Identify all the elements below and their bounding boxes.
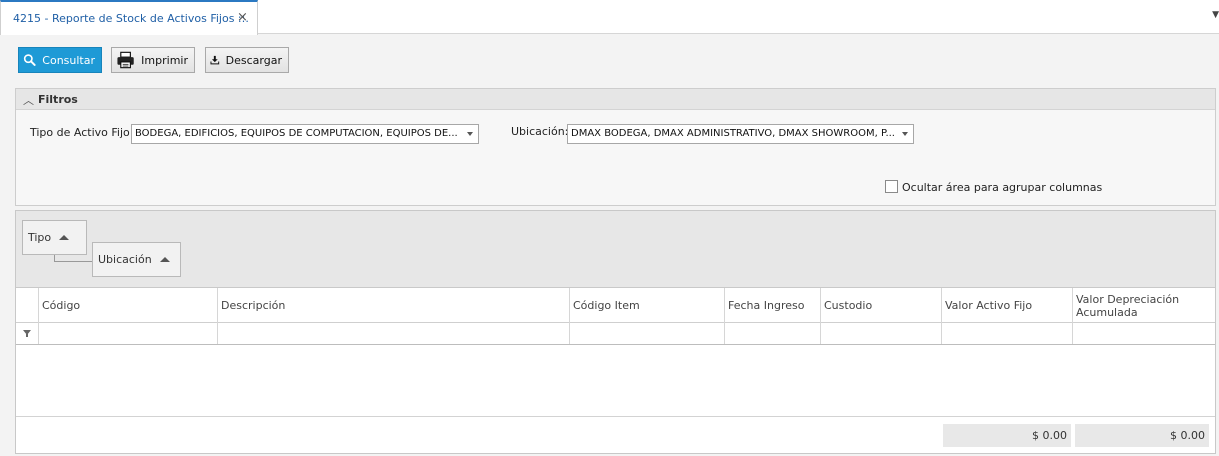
- total-valor-depreciacion: $ 0.00: [1075, 424, 1209, 447]
- grid-footer-row: $ 0.00 $ 0.00: [16, 416, 1215, 453]
- column-header-valor-depreciacion[interactable]: Valor Depreciación Acumulada: [1072, 288, 1215, 323]
- data-grid: Tipo Ubicación Código Descripción Código…: [15, 210, 1216, 454]
- column-header-descripcion[interactable]: Descripción: [217, 288, 570, 323]
- tab-strip: 4215 - Reporte de Stock de Activos Fijos…: [0, 0, 1219, 35]
- chevron-down-icon[interactable]: [902, 132, 908, 136]
- consultar-label: Consultar: [42, 53, 95, 67]
- group-chip-label: Tipo: [28, 231, 52, 244]
- tab-reporte-stock[interactable]: 4215 - Reporte de Stock de Activos Fijos…: [0, 0, 258, 35]
- dropdown-arrow-icon[interactable]: ▼: [1212, 10, 1219, 20]
- grid-filter-row: [16, 323, 1215, 345]
- search-icon: [23, 54, 36, 66]
- group-chip-ubicacion[interactable]: Ubicación: [92, 242, 181, 277]
- chevron-down-icon[interactable]: [467, 132, 473, 136]
- group-chip-tipo[interactable]: Tipo: [22, 220, 87, 255]
- tipo-activo-label: Tipo de Activo Fijo:: [30, 126, 134, 139]
- column-header-codigo[interactable]: Código: [38, 288, 218, 323]
- group-connector: [54, 255, 92, 262]
- filters-panel: ︿ Filtros Tipo de Activo Fijo: BODEGA, E…: [15, 88, 1216, 206]
- ubicacion-value: DMAX BODEGA, DMAX ADMINISTRATIVO, DMAX S…: [571, 128, 895, 139]
- ocultar-checkbox[interactable]: [885, 180, 898, 193]
- sort-ascending-icon: [159, 256, 170, 262]
- column-header-valor-activo-fijo[interactable]: Valor Activo Fijo: [941, 288, 1073, 323]
- filters-title: Filtros: [38, 93, 78, 106]
- tab-title: 4215 - Reporte de Stock de Activos Fijos…: [13, 12, 249, 25]
- filter-cell-custodio[interactable]: [820, 323, 942, 344]
- tipo-activo-value: BODEGA, EDIFICIOS, EQUIPOS DE COMPUTACIO…: [135, 128, 458, 139]
- descargar-button[interactable]: Descargar: [205, 47, 289, 73]
- total-valor-activo-fijo: $ 0.00: [943, 424, 1071, 447]
- ubicacion-label: Ubicación:: [511, 125, 569, 138]
- ocultar-label: Ocultar área para agrupar columnas: [902, 181, 1103, 194]
- grid-header-row: Código Descripción Código Item Fecha Ing…: [16, 288, 1215, 323]
- column-header-fecha-ingreso[interactable]: Fecha Ingreso: [724, 288, 821, 323]
- sort-ascending-icon: [59, 234, 70, 240]
- consultar-button[interactable]: Consultar: [18, 47, 102, 73]
- filter-cell-codigo[interactable]: [38, 323, 218, 344]
- imprimir-button[interactable]: Imprimir: [111, 47, 195, 73]
- printer-icon: [117, 51, 134, 69]
- close-icon[interactable]: ×: [237, 11, 248, 24]
- chevron-up-icon[interactable]: ︿: [23, 92, 34, 108]
- imprimir-label: Imprimir: [141, 53, 188, 67]
- ubicacion-select[interactable]: DMAX BODEGA, DMAX ADMINISTRATIVO, DMAX S…: [567, 124, 914, 144]
- group-by-panel: Tipo Ubicación: [16, 211, 1215, 288]
- column-header-codigo-item[interactable]: Código Item: [569, 288, 725, 323]
- filters-header[interactable]: ︿ Filtros: [16, 89, 1215, 110]
- column-header-custodio[interactable]: Custodio: [820, 288, 942, 323]
- filter-cell-valor-depreciacion[interactable]: [1072, 323, 1215, 344]
- group-chip-label: Ubicación: [98, 253, 152, 266]
- filter-cell-valor-activo-fijo[interactable]: [941, 323, 1073, 344]
- descargar-label: Descargar: [225, 53, 282, 67]
- filter-cell-descripcion[interactable]: [217, 323, 570, 344]
- download-icon: [210, 55, 220, 65]
- filter-cell-codigo-item[interactable]: [569, 323, 725, 344]
- filter-cell-fecha-ingreso[interactable]: [724, 323, 821, 344]
- tipo-activo-select[interactable]: BODEGA, EDIFICIOS, EQUIPOS DE COMPUTACIO…: [131, 124, 479, 144]
